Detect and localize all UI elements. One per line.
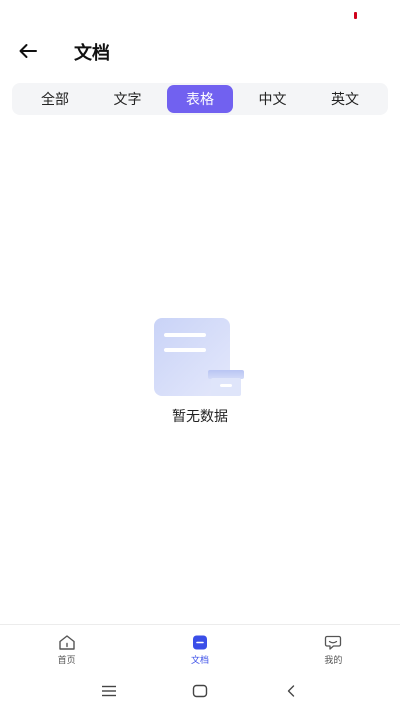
page-title: 文档 [74, 43, 110, 64]
back-arrow-icon [19, 44, 37, 58]
back-chevron-icon[interactable] [281, 682, 301, 700]
nav-label-profile: 我的 [324, 656, 343, 666]
nav-label-documents: 文档 [190, 656, 209, 666]
app-header: 文档 [0, 30, 400, 72]
tab-english[interactable]: 英文 [312, 85, 378, 113]
document-icon [191, 634, 209, 651]
menu-icon[interactable] [99, 682, 119, 700]
back-button[interactable] [14, 38, 42, 64]
tab-chinese[interactable]: 中文 [240, 85, 306, 113]
tab-text[interactable]: 文字 [95, 85, 161, 113]
home-icon [58, 634, 76, 651]
nav-item-home[interactable]: 首页 [0, 625, 133, 671]
chat-bubble-icon [324, 634, 342, 651]
bottom-navigation: 首页 文档 我的 [0, 625, 400, 671]
empty-document-icon [154, 318, 244, 396]
tab-all[interactable]: 全部 [22, 85, 88, 113]
tab-table[interactable]: 表格 [167, 85, 233, 113]
empty-message: 暂无数据 [172, 409, 228, 425]
nav-item-documents[interactable]: 文档 [133, 625, 266, 671]
system-navigation-bar [0, 672, 400, 711]
nav-item-profile[interactable]: 我的 [267, 625, 400, 671]
status-indicator [354, 12, 357, 19]
home-square-icon[interactable] [190, 682, 210, 700]
nav-label-home: 首页 [57, 656, 76, 666]
filter-tabs: 全部 文字 表格 中文 英文 [12, 83, 388, 115]
